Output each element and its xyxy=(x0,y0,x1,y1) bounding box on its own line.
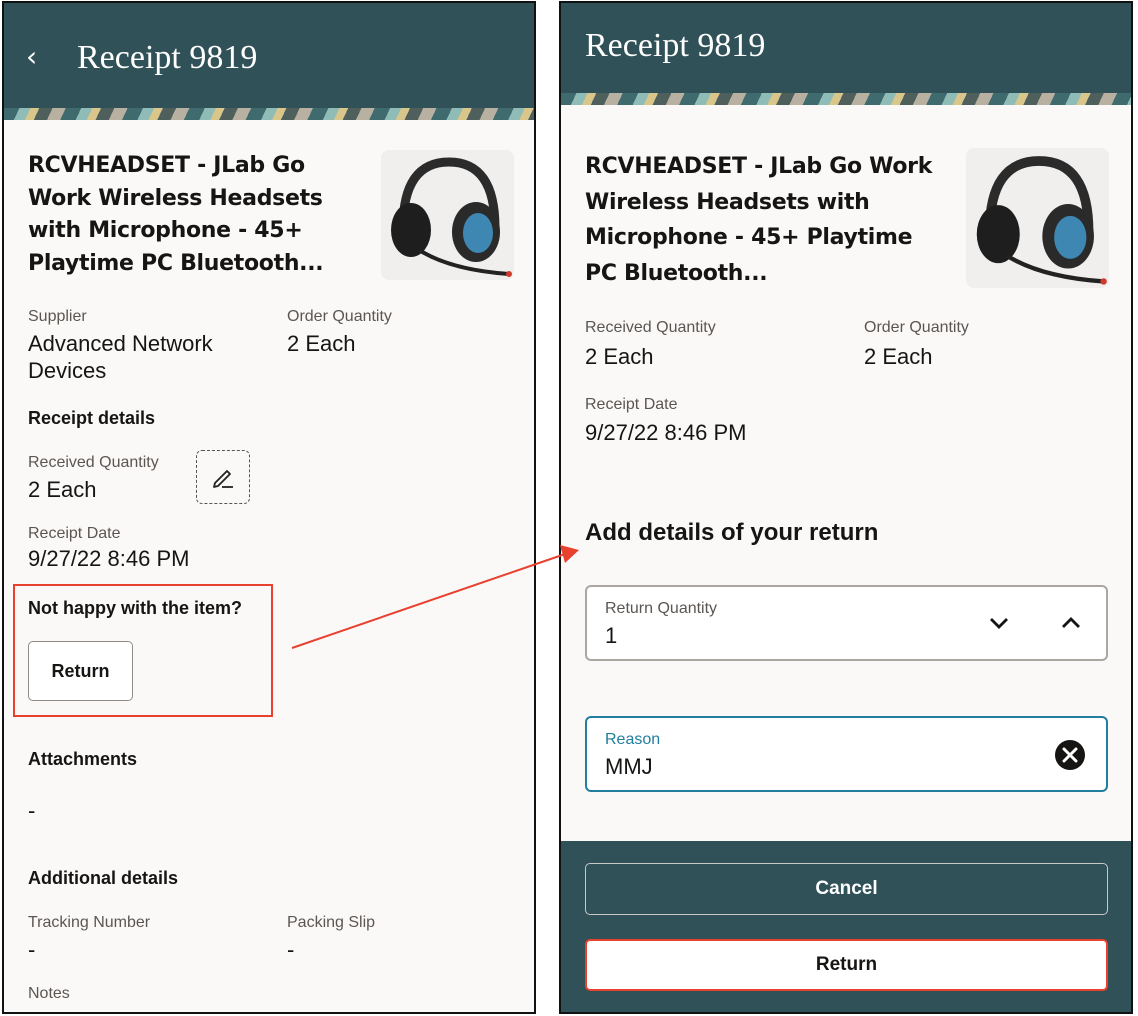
product-name: RCVHEADSET - JLab Go Work Wireless Heads… xyxy=(28,153,324,276)
receipt-details-heading: Receipt details xyxy=(28,408,156,428)
page-title: Receipt 9819 xyxy=(585,27,766,64)
order-quantity-value: 2 Each xyxy=(287,331,356,356)
edit-quantity-button[interactable] xyxy=(196,450,250,504)
page-title: Receipt 9819 xyxy=(77,39,258,76)
received-quantity-value: 2 Each xyxy=(28,477,97,502)
headset-image xyxy=(966,148,1109,288)
packing-slip-value: - xyxy=(287,937,295,962)
header-bar: Receipt 9819 xyxy=(561,3,1131,93)
notes-label: Notes xyxy=(28,985,70,1002)
order-quantity-label: Order Quantity xyxy=(287,308,392,325)
receipt-date-label: Receipt Date xyxy=(28,525,121,542)
chevron-down-icon[interactable] xyxy=(987,614,1011,632)
return-quantity-label: Return Quantity xyxy=(605,600,718,617)
not-happy-text: Not happy with the item? xyxy=(28,598,242,618)
reason-field[interactable]: Reason MMJ xyxy=(585,716,1108,792)
received-quantity-value: 2 Each xyxy=(585,344,654,369)
additional-details-heading: Additional details xyxy=(28,868,179,888)
return-submit-button[interactable]: Return xyxy=(585,939,1108,991)
receipt-date-label: Receipt Date xyxy=(585,396,678,413)
receipt-date-value: 9/27/22 8:46 PM xyxy=(28,546,190,571)
attachments-heading: Attachments xyxy=(28,749,138,769)
footer-actions: Cancel Return xyxy=(561,841,1131,1012)
tracking-number-value: - xyxy=(28,937,36,962)
attachments-value: - xyxy=(28,798,36,823)
receipt-date-value: 9/27/22 8:46 PM xyxy=(585,420,747,445)
return-heading: Add details of your return xyxy=(585,519,879,546)
reason-value[interactable]: MMJ xyxy=(605,754,653,780)
received-quantity-label: Received Quantity xyxy=(28,454,159,471)
product-name: RCVHEADSET - JLab Go Work Wireless Heads… xyxy=(585,154,933,286)
reason-label: Reason xyxy=(605,731,661,748)
headset-image xyxy=(381,150,514,280)
chevron-up-icon[interactable] xyxy=(1059,614,1083,632)
header-bar: ‹ Receipt 9819 xyxy=(4,3,534,108)
cancel-button[interactable]: Cancel xyxy=(585,863,1108,915)
header-pattern xyxy=(561,93,1131,105)
received-quantity-label: Received Quantity xyxy=(585,319,716,336)
return-button[interactable]: Return xyxy=(28,641,133,701)
return-form-screen: Receipt 9819 RCVHEADSET - JLab Go Work W… xyxy=(559,1,1133,1014)
receipt-detail-screen: ‹ Receipt 9819 RCVHEADSET - JLab Go Work… xyxy=(2,1,536,1014)
supplier-value: Advanced Network Devices xyxy=(28,331,213,383)
return-quantity-value[interactable]: 1 xyxy=(605,623,617,649)
return-quantity-field[interactable]: Return Quantity 1 xyxy=(585,585,1108,661)
back-icon[interactable]: ‹ xyxy=(26,41,48,73)
edit-icon xyxy=(213,470,233,488)
order-quantity-label: Order Quantity xyxy=(864,319,969,336)
tracking-number-label: Tracking Number xyxy=(28,914,151,931)
order-quantity-value: 2 Each xyxy=(864,344,933,369)
packing-slip-label: Packing Slip xyxy=(287,914,376,931)
header-pattern xyxy=(4,108,534,120)
clear-icon[interactable] xyxy=(1053,738,1087,772)
supplier-label: Supplier xyxy=(28,308,87,325)
